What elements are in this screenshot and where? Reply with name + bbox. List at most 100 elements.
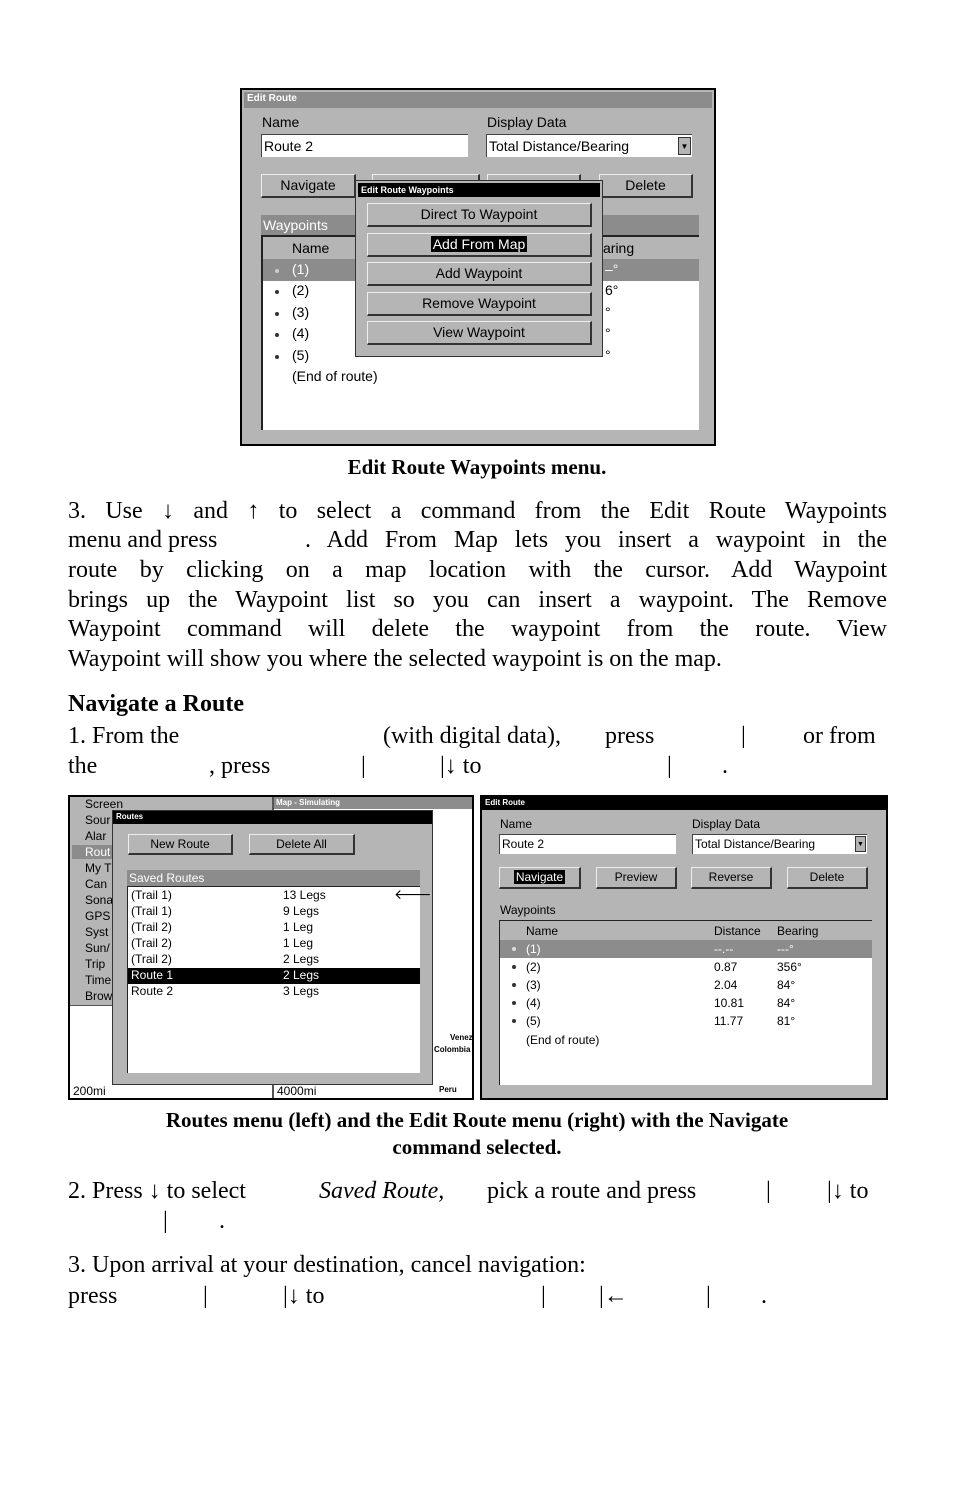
step1-text: the [68, 753, 98, 779]
preview-button[interactable]: Preview [596, 867, 677, 889]
end-of-route: (End of route) [526, 1033, 600, 1047]
view-waypoint-button[interactable]: View Waypoint [367, 321, 592, 345]
step3-text: |↓ to [283, 1283, 325, 1309]
end-of-route: (End of route) [292, 368, 378, 384]
step1-text: | [667, 753, 672, 779]
list-row[interactable]: (4) 10.81 84° [500, 994, 872, 1012]
waypoint-list[interactable]: Name Distance Bearing (1) --.-- ---° (2) 0.… [499, 920, 872, 1085]
routes-screen: Map - Simulating Venez Colombia Peru 400… [68, 795, 474, 1100]
menu-item[interactable]: Brow [85, 989, 112, 1003]
menu-item[interactable]: Sun/ [85, 941, 110, 955]
step2-text: |↓ to [827, 1178, 869, 1204]
step2-text: | [766, 1178, 771, 1204]
chevron-down-icon: ▼ [855, 836, 866, 852]
title-bar: Edit Route [244, 92, 712, 108]
step1-text: 1. From the [68, 723, 180, 749]
menu-item[interactable]: Screen [85, 797, 123, 811]
navigate-button[interactable]: Navigate [261, 174, 356, 198]
waypoint-dot-icon [512, 1019, 516, 1023]
list-row-selected[interactable]: (1) --.-- ---° [500, 940, 872, 958]
para3-line: menu and press [68, 527, 218, 553]
navigate-button[interactable]: Navigate [499, 867, 581, 889]
step1-text: (with digital data), [383, 723, 561, 749]
map-place-label: Colombia [434, 1045, 471, 1054]
step1-text: press [605, 723, 655, 749]
waypoints-label: Waypoints [500, 903, 556, 917]
step1-text: , press [209, 753, 271, 779]
menu-item[interactable]: GPS [85, 909, 110, 923]
direct-to-waypoint-button[interactable]: Direct To Waypoint [367, 203, 592, 227]
col-name: Name [292, 240, 330, 256]
waypoint-dot-icon [275, 355, 279, 359]
reverse-button[interactable]: Reverse [691, 867, 772, 889]
para3-line: Waypoint will show you where the selecte… [68, 646, 722, 672]
display-data-label: Display Data [692, 817, 761, 831]
route-row[interactable]: (Trail 1) 13 Legs 🡐 [128, 886, 432, 904]
name-label: Name [262, 114, 300, 130]
title-bar: Edit Route [482, 797, 886, 810]
edit-route-screen-top: Edit Route Name Route 2 Display Data Tot… [240, 88, 716, 446]
route-row[interactable]: (Trail 1) 9 Legs [128, 904, 420, 920]
step3-text: | [706, 1283, 711, 1309]
route-row[interactable]: (Trail 2) 2 Legs [128, 952, 420, 968]
name-input[interactable]: Route 2 [499, 834, 676, 854]
step1-text: . [722, 753, 728, 779]
col-bearing: aring [603, 240, 635, 256]
step3-text: . [761, 1283, 767, 1309]
caption-2: Routes menu (left) and the Edit Route me… [165, 1108, 789, 1132]
remove-waypoint-button[interactable]: Remove Waypoint [367, 292, 592, 316]
edit-route-screen-bottom: Edit Route Name Route 2 Display Data Tot… [480, 795, 888, 1100]
step3-text: | [203, 1283, 208, 1309]
chevron-down-icon: ▼ [678, 137, 691, 155]
saved-routes-list[interactable]: (Trail 1) 13 Legs 🡐 (Trail 1) 9 Legs (Trail… [127, 886, 432, 1073]
menu-item[interactable]: My T [85, 861, 111, 875]
waypoint-dot-icon [512, 965, 516, 969]
caption-2: command selected. [392, 1135, 562, 1159]
step1-text: |↓ to [440, 753, 482, 779]
saved-routes-header: Saved Routes [127, 870, 420, 886]
name-label: Name [500, 817, 533, 831]
route-row[interactable]: (Trail 2) 1 Leg [128, 936, 420, 952]
map-place-label: Peru [439, 1085, 457, 1094]
display-data-select[interactable]: Total Distance/Bearing ▼ [486, 134, 692, 157]
delete-button[interactable]: Delete [787, 867, 868, 889]
menu-item[interactable]: Trip [85, 957, 105, 971]
route-row[interactable]: (Trail 2) 1 Leg [128, 920, 420, 936]
delete-all-button[interactable]: Delete All [249, 834, 355, 855]
menu-item[interactable]: Syst [85, 925, 108, 939]
display-data-value: Total Distance/Bearing [489, 138, 630, 154]
menu-item[interactable]: Can [85, 877, 107, 891]
delete-button[interactable]: Delete [599, 174, 693, 198]
display-data-select[interactable]: Total Distance/Bearing ▼ [692, 834, 867, 854]
menu-item[interactable]: Sona [85, 893, 113, 907]
add-waypoint-button[interactable]: Add Waypoint [367, 262, 592, 286]
step2-text: pick a route and press [487, 1178, 697, 1204]
menu-item-selected[interactable]: Rout [72, 845, 112, 859]
waypoint-dot-icon [512, 983, 516, 987]
waypoint-dot-icon [275, 290, 279, 294]
new-route-button[interactable]: New Route [128, 834, 233, 855]
step2-text: 2. Press ↓ to select [68, 1178, 246, 1204]
step1-text: | [741, 723, 746, 749]
para3-line: . Add From Map lets you insert a waypoin… [305, 527, 887, 553]
para3-line: Waypoint command will delete the waypoin… [68, 616, 887, 642]
menu-item[interactable]: Sour [85, 813, 110, 827]
route-row[interactable]: Route 23 Legs [128, 984, 420, 1000]
list-row[interactable]: (5) 11.77 81° [500, 1012, 872, 1030]
step1-text: | [361, 753, 366, 779]
para3-line: 3. Use ↓ and ↑ to select a command from … [68, 498, 887, 524]
menu-item[interactable]: Time [85, 973, 111, 987]
popup-title: Edit Route Waypoints [358, 183, 600, 197]
waypoint-dot-icon [275, 312, 279, 316]
route-row-selected[interactable]: Route 12 Legs [128, 968, 420, 984]
col-name: Name [526, 924, 559, 938]
add-from-map-button[interactable]: Add From Map [367, 233, 592, 257]
waypoint-dot-icon [512, 1001, 516, 1005]
list-header: Name Distance Bearing [500, 921, 872, 940]
list-row[interactable]: (2) 0.87 356° [500, 958, 872, 976]
menu-item[interactable]: Alar [85, 829, 106, 843]
para3-line: brings up the Waypoint list so you can i… [68, 587, 887, 613]
name-input[interactable]: Route 2 [261, 134, 468, 157]
list-row[interactable]: (3) 2.04 84° [500, 976, 872, 994]
para3-line: route by clicking on a map location with… [68, 557, 887, 583]
